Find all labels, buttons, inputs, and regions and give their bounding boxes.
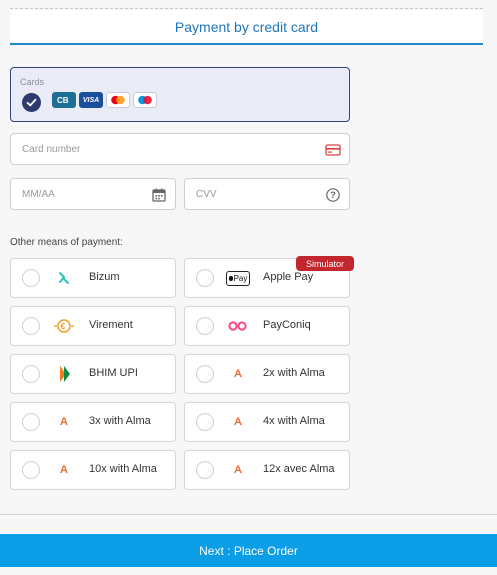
payment-option-label: Bizum	[89, 271, 120, 283]
cvv-field-wrapper: ?	[184, 178, 350, 210]
apple-pay-logo-text: Pay	[233, 273, 248, 283]
other-means-label: Other means of payment:	[10, 237, 123, 248]
payment-option-label: Apple Pay	[263, 271, 314, 283]
bizum-icon	[52, 269, 76, 287]
alma-logo-letter: A	[234, 416, 242, 428]
alma-icon: A	[226, 413, 250, 431]
alma-logo-letter: A	[60, 464, 68, 476]
radio-button[interactable]	[22, 317, 40, 335]
cards-payment-option[interactable]: Cards CB VISA	[10, 67, 350, 122]
bhim-upi-icon	[52, 365, 76, 383]
visa-text: VISA	[82, 96, 100, 104]
payment-option-bhim-upi[interactable]: BHIM UPI	[10, 354, 176, 394]
radio-button[interactable]	[22, 413, 40, 431]
alma-icon: A	[226, 461, 250, 479]
radio-button[interactable]	[196, 461, 214, 479]
card-brand-logos: CB VISA	[52, 92, 157, 108]
svg-text:CB: CB	[57, 96, 69, 105]
payment-option-bizum[interactable]: Bizum	[10, 258, 176, 298]
euro-transfer-icon: €	[52, 317, 76, 335]
payment-option-alma-12x[interactable]: A 12x avec Alma	[184, 450, 350, 490]
footer-divider	[0, 514, 497, 515]
payment-header: Payment by credit card	[10, 10, 483, 45]
maestro-card-icon	[133, 92, 157, 108]
radio-button[interactable]	[22, 461, 40, 479]
payment-option-alma-4x[interactable]: A 4x with Alma	[184, 402, 350, 442]
alma-logo-letter: A	[60, 416, 68, 428]
payment-option-payconiq[interactable]: PayConiq	[184, 306, 350, 346]
simulator-badge: Simulator	[296, 256, 354, 271]
card-number-field-wrapper	[10, 133, 350, 165]
alma-icon: A	[226, 365, 250, 383]
cards-label: Cards	[20, 77, 45, 87]
card-number-input[interactable]	[11, 134, 349, 164]
payment-option-alma-10x[interactable]: A 10x with Alma	[10, 450, 176, 490]
next-place-order-button[interactable]: Next : Place Order	[0, 534, 497, 567]
calendar-icon[interactable]	[151, 187, 167, 203]
page-title: Payment by credit card	[174, 18, 319, 35]
payment-option-label: 2x with Alma	[263, 367, 325, 379]
payment-option-label: 12x avec Alma	[263, 463, 335, 475]
mastercard-card-icon	[106, 92, 130, 108]
visa-card-icon: VISA	[79, 92, 103, 108]
cb-card-icon: CB	[52, 92, 76, 108]
svg-text:€: €	[61, 322, 66, 331]
payconiq-icon	[226, 317, 250, 335]
alma-icon: A	[52, 413, 76, 431]
radio-button[interactable]	[22, 269, 40, 287]
payment-option-label: 4x with Alma	[263, 415, 325, 427]
payment-option-label: 10x with Alma	[89, 463, 157, 475]
radio-button[interactable]	[196, 365, 214, 383]
payment-option-alma-2x[interactable]: A 2x with Alma	[184, 354, 350, 394]
next-button-label: Next : Place Order	[199, 543, 298, 558]
help-icon[interactable]: ?	[325, 187, 341, 203]
expiry-field-wrapper	[10, 178, 176, 210]
svg-text:?: ?	[330, 190, 336, 200]
radio-button[interactable]	[196, 269, 214, 287]
radio-button[interactable]	[196, 413, 214, 431]
payment-option-label: 3x with Alma	[89, 415, 151, 427]
radio-button[interactable]	[22, 365, 40, 383]
alma-icon: A	[52, 461, 76, 479]
alma-logo-letter: A	[234, 464, 242, 476]
payment-option-label: BHIM UPI	[89, 367, 138, 379]
top-dashed-divider	[10, 8, 483, 9]
payment-option-alma-3x[interactable]: A 3x with Alma	[10, 402, 176, 442]
radio-button[interactable]	[196, 317, 214, 335]
apple-pay-icon: Pay	[226, 269, 250, 287]
payment-option-virement[interactable]: € Virement	[10, 306, 176, 346]
alma-logo-letter: A	[234, 368, 242, 380]
credit-card-icon	[325, 142, 341, 158]
payment-option-label: Virement	[89, 319, 133, 331]
check-icon	[22, 93, 41, 112]
payment-option-label: PayConiq	[263, 319, 311, 331]
